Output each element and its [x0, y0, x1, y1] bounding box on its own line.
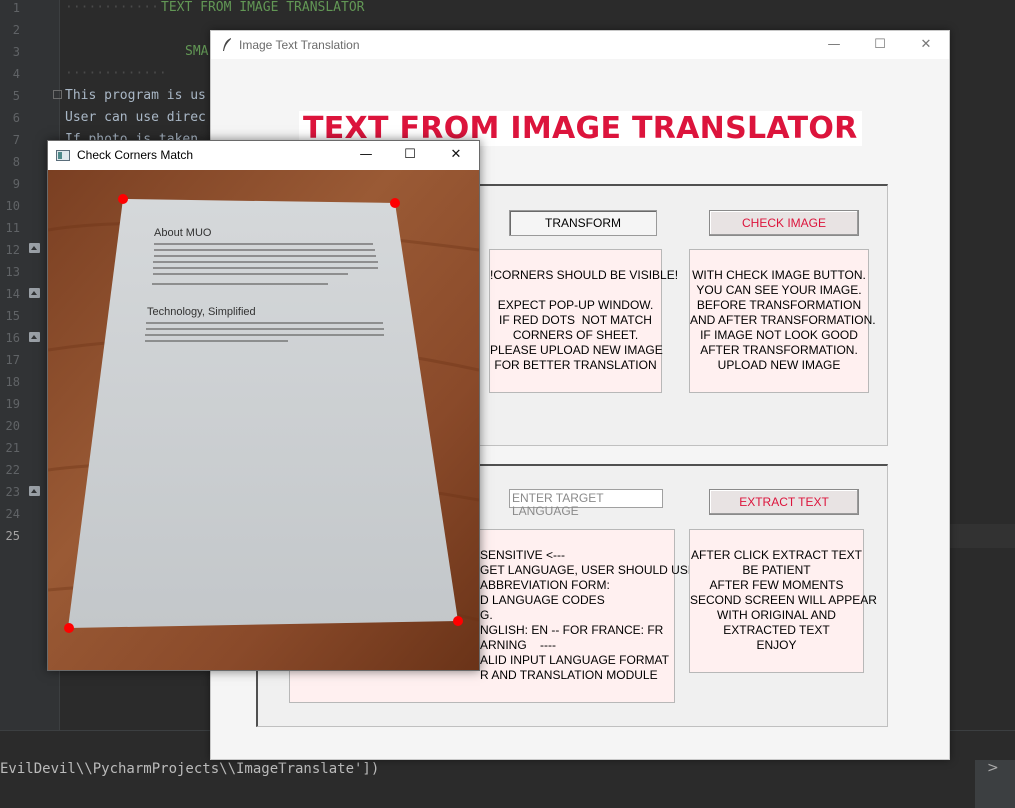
info-line: ALID INPUT LANGUAGE FORMAT — [480, 653, 669, 667]
line-number: 14 — [5, 287, 20, 301]
corner-dot-bottom-right — [453, 616, 463, 626]
line-number: 2 — [12, 23, 20, 37]
line-number: 20 — [5, 419, 20, 433]
line-number: 3 — [12, 45, 20, 59]
document-photo: About MUO Technology, Simplified — [48, 170, 479, 670]
info-line: G. — [480, 608, 493, 622]
chevron-right-icon[interactable]: > — [987, 760, 999, 776]
code-line-5: This program is us — [65, 88, 206, 103]
info-line — [490, 283, 661, 298]
indent-guide: ············· — [65, 66, 167, 81]
console-output: EvilDevil\\PycharmProjects\\ImageTransla… — [0, 761, 380, 777]
target-language-input[interactable]: ENTER TARGET LANGUAGE — [509, 489, 663, 518]
info-line: AFTER FEW MOMENTS — [709, 578, 844, 592]
info-line: SECOND SCREEN WILL APPEAR — [690, 593, 877, 607]
info-line: AFTER CLICK EXTRACT TEXT — [691, 548, 862, 562]
image-icon — [29, 332, 40, 342]
minimize-button[interactable]: — — [343, 141, 389, 169]
paper-sheet — [68, 199, 458, 628]
info-line: PLEASE UPLOAD NEW IMAGE — [490, 343, 663, 357]
extract-text-button[interactable]: EXTRACT TEXT — [709, 489, 859, 515]
code-line-6: User can use direc — [65, 110, 206, 125]
title-bar[interactable]: Check Corners Match — ☐ ✕ — [48, 141, 479, 169]
code-line-3: SMA — [185, 44, 209, 59]
window-title: Image Text Translation — [239, 38, 360, 52]
line-number: 5 — [12, 89, 20, 103]
line-number: 17 — [5, 353, 20, 367]
info-line: BEFORE TRANSFORMATION — [696, 298, 862, 312]
minimize-button[interactable]: — — [811, 31, 857, 59]
line-number: 13 — [5, 265, 20, 279]
line-number: 12 — [5, 243, 20, 257]
line-number: 8 — [12, 155, 20, 169]
line-number: 7 — [12, 133, 20, 147]
line-number: 21 — [5, 441, 20, 455]
transform-button[interactable]: TRANSFORM — [509, 210, 657, 236]
code-line-1: TEXT FROM IMAGE TRANSLATOR — [161, 0, 365, 15]
info-line: BE PATIENT — [742, 563, 811, 577]
corners-info-box: !CORNERS SHOULD BE VISIBLE! EXPECT POP-U… — [489, 249, 679, 393]
maximize-button[interactable]: ☐ — [857, 31, 903, 59]
document-heading-1: About MUO — [154, 227, 212, 239]
window-title: Check Corners Match — [77, 148, 194, 162]
info-line: !CORNERS SHOULD BE VISIBLE! — [490, 268, 679, 282]
info-line: AND AFTER TRANSFORMATION. — [690, 313, 876, 327]
info-line: IF IMAGE NOT LOOK GOOD — [700, 328, 858, 342]
document-heading-2: Technology, Simplified — [147, 306, 256, 318]
corner-dot-bottom-left — [64, 623, 74, 633]
check-image-info-box: WITH CHECK IMAGE BUTTON. YOU CAN SEE YOUR… — [689, 249, 876, 393]
line-number: 11 — [5, 221, 20, 235]
fold-icon[interactable] — [53, 90, 62, 99]
check-image-button[interactable]: CHECK IMAGE — [709, 210, 859, 236]
image-window-icon — [56, 150, 70, 161]
info-line: EXPECT POP-UP WINDOW. — [497, 298, 654, 312]
info-line: IF RED DOTS NOT MATCH — [499, 313, 652, 327]
line-number: 23 — [5, 485, 20, 499]
line-number: 10 — [5, 199, 20, 213]
close-button[interactable]: ✕ — [433, 141, 479, 169]
line-number: 16 — [5, 331, 20, 345]
check-corners-window: Check Corners Match — ☐ ✕ About MUO Tech… — [47, 140, 480, 671]
info-line: ENJOY — [756, 638, 797, 652]
info-line: WITH CHECK IMAGE BUTTON. — [692, 268, 866, 282]
line-number: 1 — [12, 1, 20, 15]
info-line: FOR BETTER TRANSLATION — [494, 358, 657, 372]
image-icon — [29, 486, 40, 496]
line-number: 15 — [5, 309, 20, 323]
info-line: GET LANGUAGE, USER SHOULD USE — [480, 563, 696, 577]
extract-info-box: AFTER CLICK EXTRACT TEXT BE PATIENT AFTER … — [689, 529, 877, 673]
info-line: SENSITIVE <--- — [480, 548, 566, 562]
info-line: NGLISH: EN -- FOR FRANCE: FR — [480, 623, 664, 637]
line-number: 18 — [5, 375, 20, 389]
image-icon — [29, 243, 40, 253]
line-number: 4 — [12, 67, 20, 81]
corner-dot-top-left — [118, 194, 128, 204]
close-button[interactable]: ✕ — [903, 31, 949, 59]
info-line: CORNERS OF SHEET. — [512, 328, 639, 342]
line-number: 19 — [5, 397, 20, 411]
image-icon — [29, 288, 40, 298]
info-line: R AND TRANSLATION MODULE — [480, 668, 658, 682]
feather-icon — [223, 38, 231, 51]
maximize-button[interactable]: ☐ — [387, 141, 433, 169]
info-line: ARNING ---- — [480, 638, 556, 652]
line-number: 25 — [5, 529, 20, 543]
info-line: AFTER TRANSFORMATION. — [700, 343, 858, 357]
line-number: 9 — [12, 177, 20, 191]
info-line: D LANGUAGE CODES — [480, 593, 605, 607]
info-line: UPLOAD NEW IMAGE — [717, 358, 841, 372]
info-line: ABBREVIATION FORM: — [480, 578, 610, 592]
title-bar[interactable]: Image Text Translation — ☐ ✕ — [211, 31, 949, 59]
line-number: 24 — [5, 507, 20, 521]
info-line: YOU CAN SEE YOUR IMAGE. — [696, 283, 862, 297]
indent-guide: ············ — [65, 0, 159, 15]
info-line: WITH ORIGINAL AND — [717, 608, 836, 622]
info-line: EXTRACTED TEXT — [723, 623, 830, 637]
line-number: 6 — [12, 111, 20, 125]
corner-dot-top-right — [390, 198, 400, 208]
line-number: 22 — [5, 463, 20, 477]
